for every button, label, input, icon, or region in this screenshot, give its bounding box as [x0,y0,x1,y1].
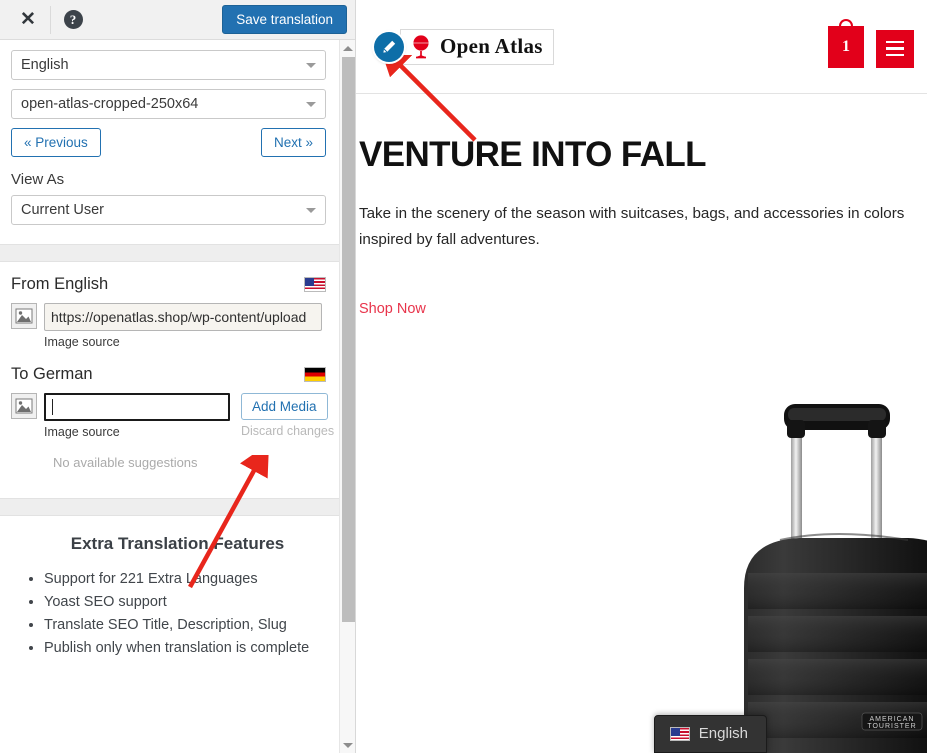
site-logo[interactable]: Open Atlas [400,28,554,65]
translation-panel-body: English open-atlas-cropped-250x64 « Prev… [0,40,355,753]
selection-section: English open-atlas-cropped-250x64 « Prev… [0,40,355,244]
black-suitcase-image: AMERICAN TOURISTER [740,388,927,753]
target-language-title: To German [11,365,93,383]
previous-button[interactable]: « Previous [11,128,101,157]
help-button[interactable]: ? [51,1,95,39]
image-placeholder-icon [11,303,37,329]
language-switcher-widget[interactable]: English [653,715,767,753]
target-language-header: To German [11,365,326,384]
hero-section: VENTURE INTO FALL Take in the scenery of… [356,94,927,318]
scrollbar-thumb[interactable] [342,57,355,622]
discard-changes-link[interactable]: Discard changes [241,424,334,438]
language-select-value: English [21,57,69,73]
language-switcher-label: English [698,725,748,742]
site-preview-panel: Open Atlas 1 VENTURE INTO FALL Take in t… [356,0,927,753]
hamburger-menu-icon [886,47,904,50]
close-button[interactable]: ✕ [6,1,50,39]
globe-icon [413,34,429,58]
us-flag-icon [304,277,326,292]
source-language-section: From English https://openatlas.shop/wp-c [0,262,355,359]
image-glyph [15,398,33,414]
svg-text:TOURISTER: TOURISTER [867,723,916,730]
scroll-up-button[interactable] [340,40,355,56]
extra-features-title: Extra Translation Features [70,534,285,553]
site-logo-text: Open Atlas [440,34,543,58]
image-glyph [15,308,33,324]
hamburger-menu-icon [886,53,904,57]
chevron-down-icon [306,102,316,107]
string-select-value: open-atlas-cropped-250x64 [21,96,199,112]
target-image-url-input[interactable] [44,393,230,421]
list-item: Publish only when translation is complet… [44,637,333,659]
scroll-down-button[interactable] [340,737,355,753]
view-as-label: View As [11,171,65,188]
source-field-row: https://openatlas.shop/wp-content/upload… [11,303,347,349]
edit-translation-button[interactable] [374,31,404,62]
chevron-down-icon [306,63,316,68]
source-image-url-field[interactable]: https://openatlas.shop/wp-content/upload [44,303,322,331]
add-media-button[interactable]: Add Media [241,393,328,420]
source-field-sublabel: Image source [44,335,120,349]
text-cursor [52,399,53,415]
chevron-down-icon [306,208,316,213]
us-flag-icon [669,726,690,741]
close-icon: ✕ [20,9,36,30]
save-translation-button[interactable]: Save translation [222,5,347,34]
hero-subtitle: Take in the scenery of the season with s… [359,204,905,248]
source-image-url-value: https://openatlas.shop/wp-content/upload [51,309,307,325]
hamburger-menu-icon [886,40,904,44]
hamburger-menu-button[interactable] [876,29,914,68]
list-item: Yoast SEO support [44,591,333,613]
de-flag-icon [304,367,326,382]
scroll-down-arrow-icon [343,742,353,748]
suitcase-illustration: AMERICAN TOURISTER [744,404,927,753]
svg-text:AMERICAN: AMERICAN [870,716,915,723]
panel-scrollbar[interactable] [339,40,355,753]
extra-features-section: Extra Translation Features Support for 2… [0,516,355,659]
shop-now-link[interactable]: Shop Now [359,301,426,317]
view-as-select[interactable]: Current User [11,195,326,225]
translation-toolbar: ✕ ? Save translation [0,0,355,40]
translation-editor-panel: ✕ ? Save translation English open-atlas-… [0,0,356,753]
next-button[interactable]: Next » [260,128,326,157]
section-divider [0,244,355,262]
site-header: Open Atlas 1 [356,0,927,94]
cart-button[interactable]: 1 [828,18,864,68]
page-title: VENTURE INTO FALL [359,135,707,174]
view-as-value: Current User [21,202,104,218]
image-placeholder-icon [11,393,37,419]
pagination-row: « Previous Next » [11,128,326,157]
extra-features-list: Support for 221 Extra Languages Yoast SE… [44,568,333,659]
section-divider-2 [0,498,355,516]
app-root: ✕ ? Save translation English open-atlas-… [0,0,927,753]
scroll-up-arrow-icon [343,45,353,51]
header-actions: 1 [828,18,914,68]
pencil-edit-icon [383,40,396,53]
list-item: Support for 221 Extra Languages [44,568,333,590]
suggestions-message: No available suggestions [53,455,198,470]
target-language-section: To German Image source Add Media Discard… [0,359,355,480]
target-field-row: Image source Add Media Discard changes [11,393,347,439]
language-select[interactable]: English [11,50,326,80]
list-item: Translate SEO Title, Description, Slug [44,614,333,636]
shopping-bag-icon [839,18,853,28]
string-select[interactable]: open-atlas-cropped-250x64 [11,89,326,119]
source-language-title: From English [11,275,109,293]
cart-count-badge: 1 [842,37,850,55]
help-icon: ? [63,10,83,29]
target-field-sublabel: Image source [44,425,120,439]
source-language-header: From English [11,275,326,294]
